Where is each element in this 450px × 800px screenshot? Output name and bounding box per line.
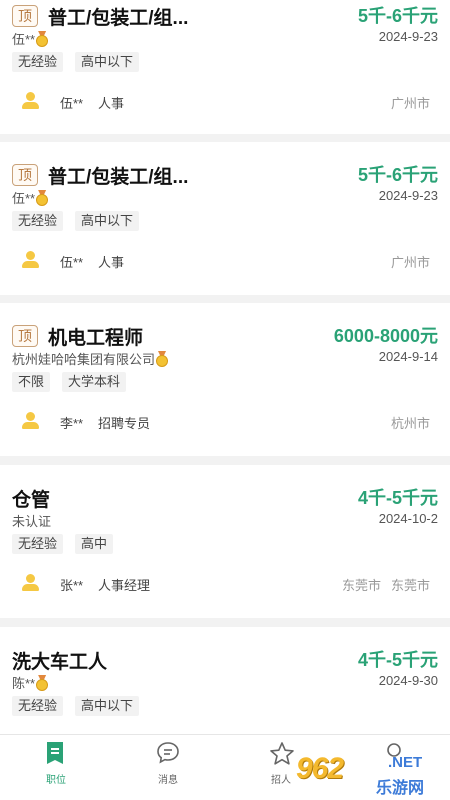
recruiter-row: 伍** 人事 广州市 (0, 91, 450, 111)
company-name: 未认证 (12, 511, 51, 530)
verified-medal-icon (36, 675, 49, 691)
recruiter-row: 李** 招聘专员 杭州市 (0, 411, 450, 431)
tab-label: 职位 (46, 775, 66, 786)
watermark-logo-number: 962 (296, 752, 344, 785)
recruiter-role: 人事 (98, 96, 125, 111)
salary: 5千-6千元 (357, 165, 438, 185)
job-tags: 无经验 高中 (12, 534, 114, 554)
recruiter-name: 伍** (60, 96, 84, 111)
job-title: 洗大车工人 (12, 651, 108, 673)
company-name: 杭州娃哈哈集团有限公司 (12, 349, 169, 368)
company-name: 伍** (12, 29, 49, 48)
recruiter-person-icon (22, 574, 39, 591)
company-label: 伍** (12, 32, 36, 47)
company-name: 陈** (12, 673, 49, 692)
watermark-logo-net: .NET (388, 754, 423, 771)
watermark-logo: 962 .NET 乐游网 (296, 748, 446, 800)
post-date: 2024-9-23 (378, 29, 438, 44)
job-tag: 不限 (12, 372, 51, 392)
post-date: 2024-9-30 (378, 673, 438, 688)
recruiter-role: 人事 (98, 255, 125, 270)
job-tag: 无经验 (12, 534, 64, 554)
job-tag: 无经验 (12, 52, 64, 72)
pinned-badge: 顶 (12, 325, 38, 347)
job-tag: 大学本科 (62, 372, 127, 392)
city-label: 广州市 (390, 96, 430, 111)
job-title: 仓管 (12, 489, 51, 511)
job-list[interactable]: 顶普工/包装工/组... 5千-6千元 伍** 2024-9-23 无经验 高中以下 伍**… (0, 0, 450, 734)
company-label: 伍** (12, 191, 36, 206)
company-name: 伍** (12, 188, 49, 207)
recruiter-row: 张** 人事经理 东莞市 东莞市 (0, 573, 450, 593)
job-location: 东莞市 东莞市 (342, 575, 430, 594)
job-tag: 高中以下 (75, 696, 140, 716)
job-tag: 无经验 (12, 211, 64, 231)
salary: 4千-5千元 (357, 650, 438, 670)
watermark-logo-sub: 乐游网 (376, 780, 425, 797)
pinned-badge: 顶 (12, 164, 38, 186)
verified-medal-icon (156, 351, 169, 367)
company-label: 陈** (12, 676, 36, 691)
job-card[interactable]: 顶普工/包装工/组... 5千-6千元 伍** 2024-9-23 无经验 高中以下 伍**… (0, 0, 450, 134)
city-label: 广州市 (390, 255, 430, 270)
job-tags: 不限 大学本科 (12, 372, 127, 392)
tab-label: 消息 (158, 775, 178, 786)
city-label: 杭州市 (390, 416, 430, 431)
job-card[interactable]: 顶普工/包装工/组... 5千-6千元 伍** 2024-9-23 无经验 高中以下 伍**… (0, 142, 450, 295)
job-card[interactable]: 洗大车工人 4千-5千元陈** 2024-9-30 无经验 高中以下 (0, 627, 450, 734)
job-location: 广州市 (391, 252, 430, 271)
recruiter-row: 伍** 人事 广州市 (0, 250, 450, 270)
job-tags: 无经验 高中以下 (12, 696, 140, 716)
verified-medal-icon (36, 190, 49, 206)
city-label: 东莞市 (390, 578, 430, 593)
post-date: 2024-9-14 (378, 349, 438, 364)
job-card[interactable]: 仓管 4千-5千元未认证 2024-10-2 无经验 高中张** 人事经理 东莞市 东莞市 (0, 465, 450, 618)
job-title: 普工/包装工/组... (48, 7, 189, 29)
job-tag: 高中以下 (75, 52, 140, 72)
job-title: 普工/包装工/组... (48, 166, 189, 188)
recruiter-name: 李** (60, 416, 84, 431)
recruiter-person-icon (22, 412, 39, 429)
salary: 5千-6千元 (357, 6, 438, 26)
recruiter-role: 招聘专员 (98, 416, 151, 431)
chat-bubble-icon (157, 742, 179, 764)
job-location: 杭州市 (391, 413, 430, 432)
job-tags: 无经验 高中以下 (12, 52, 140, 72)
job-tags: 无经验 高中以下 (12, 211, 140, 231)
verified-medal-icon (36, 31, 49, 47)
job-tag: 无经验 (12, 696, 64, 716)
job-tag: 高中以下 (75, 211, 140, 231)
post-date: 2024-10-2 (378, 511, 438, 526)
company-label: 未认证 (12, 514, 52, 529)
recruiter-role: 人事经理 (98, 578, 151, 593)
post-date: 2024-9-23 (378, 188, 438, 203)
document-icon (47, 742, 63, 764)
tab-messages[interactable]: 消息 (138, 735, 198, 800)
recruiter-name: 张** (60, 578, 84, 593)
recruiter-person-icon (22, 251, 39, 268)
job-location: 广州市 (391, 93, 430, 112)
tab-jobs[interactable]: 职位 (26, 735, 86, 800)
recruiter-person-icon (22, 92, 39, 109)
salary: 6000-8000元 (333, 326, 438, 346)
recruiter-name: 伍** (60, 255, 84, 270)
star-icon (270, 742, 294, 765)
city-label: 东莞市 (341, 578, 381, 593)
salary: 4千-5千元 (357, 488, 438, 508)
pinned-badge: 顶 (12, 5, 38, 27)
job-title: 机电工程师 (48, 327, 144, 349)
job-card[interactable]: 顶机电工程师 6000-8000元杭州娃哈哈集团有限公司 2024-9-14 不限 大学… (0, 303, 450, 456)
company-label: 杭州娃哈哈集团有限公司 (12, 352, 156, 367)
job-tag: 高中 (75, 534, 114, 554)
